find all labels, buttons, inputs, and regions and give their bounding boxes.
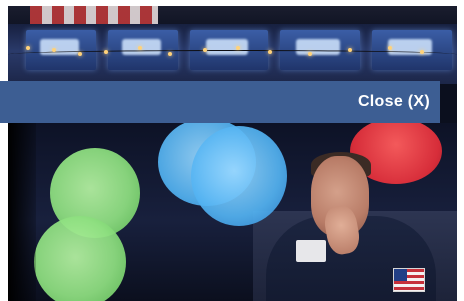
bokeh-blue-light <box>191 126 287 226</box>
shadow-edge <box>8 123 36 301</box>
photo-frame <box>8 6 457 301</box>
close-button-label: Close (X) <box>357 93 430 110</box>
flag-patch-icon <box>393 268 425 292</box>
trader-badge <box>296 240 326 262</box>
bokeh-green-light <box>34 216 126 301</box>
close-overlay-button[interactable]: Close (X) <box>0 81 440 123</box>
holiday-lights <box>8 42 457 62</box>
